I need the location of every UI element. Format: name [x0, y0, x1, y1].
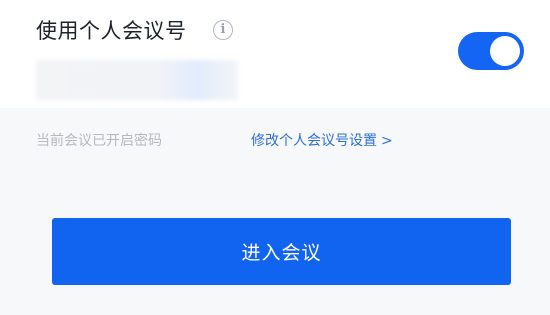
personal-meeting-toggle[interactable]: [458, 32, 524, 70]
modify-link-label: 修改个人会议号设置: [251, 133, 377, 149]
chevron-right-icon: >: [381, 133, 393, 149]
password-status-text: 当前会议已开启密码: [36, 133, 162, 149]
modify-personal-meeting-settings-link[interactable]: 修改个人会议号设置 >: [251, 130, 393, 152]
personal-meeting-card: 使用个人会议号 i: [0, 0, 550, 108]
personal-meeting-id-label: 使用个人会议号: [36, 19, 187, 43]
info-icon[interactable]: i: [213, 20, 233, 40]
meeting-id-value-redacted: [36, 60, 238, 100]
enter-meeting-button[interactable]: 进入会议: [52, 218, 511, 285]
toggle-knob: [490, 36, 520, 66]
